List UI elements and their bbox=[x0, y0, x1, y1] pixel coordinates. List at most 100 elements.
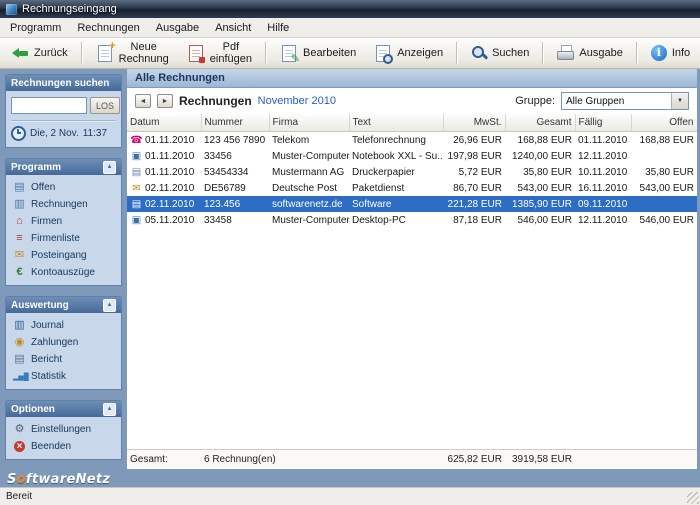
cell-datum: 01.11.2010 bbox=[145, 150, 195, 162]
menu-programm[interactable]: Programm bbox=[2, 20, 69, 36]
col-faellig[interactable]: Fällig bbox=[575, 114, 632, 132]
back-button-label: Zurück bbox=[34, 47, 68, 59]
collapse-icon[interactable] bbox=[103, 402, 116, 416]
empty-list-space bbox=[127, 228, 697, 449]
back-button[interactable]: Zurück bbox=[4, 41, 76, 66]
search-panel-title: Rechnungen suchen bbox=[11, 77, 110, 89]
sidebar-item-posteingang[interactable]: Posteingang bbox=[9, 247, 118, 264]
table-row-selected[interactable]: 02.11.2010 123.456 softwarenetz.de Softw… bbox=[127, 196, 697, 212]
cell-faellig: 12.11.2010 bbox=[578, 214, 628, 226]
sidebar-item-kontoauszuege[interactable]: Kontoauszüge bbox=[9, 264, 118, 281]
menu-ausgabe[interactable]: Ausgabe bbox=[148, 20, 207, 36]
search-button[interactable]: Suchen bbox=[463, 41, 537, 65]
cell-offen: 543,00 EUR bbox=[639, 182, 694, 194]
cell-text: Druckerpapier bbox=[352, 166, 415, 178]
sidebar-item-label: Firmenliste bbox=[31, 233, 80, 244]
list-title: Rechnungen bbox=[179, 94, 252, 108]
summary-mwst-total: 625,82 EUR bbox=[447, 454, 502, 465]
back-arrow-icon bbox=[12, 45, 29, 62]
sidebar: Rechnungen suchen LOS Die, 2 Nov. 11:37 bbox=[0, 69, 127, 487]
section-title: Optionen bbox=[11, 403, 55, 415]
cell-datum: 01.11.2010 bbox=[145, 134, 195, 146]
sidebar-item-label: Rechnungen bbox=[31, 199, 88, 210]
computer-icon bbox=[130, 214, 143, 227]
cell-faellig: 10.11.2010 bbox=[578, 166, 628, 178]
col-text[interactable]: Text bbox=[349, 114, 444, 132]
search-input[interactable] bbox=[11, 97, 87, 114]
table-row[interactable]: 01.11.2010 123 456 7890 Telekom Telefonr… bbox=[127, 132, 697, 149]
next-month-button[interactable]: ► bbox=[157, 94, 173, 108]
table-header-row: Datum Nummer Firma Text MwSt. Gesamt Fäl… bbox=[127, 114, 697, 132]
collapse-icon[interactable] bbox=[103, 298, 116, 312]
cell-firma: softwarenetz.de bbox=[269, 196, 349, 212]
status-text: Bereit bbox=[6, 491, 33, 502]
insert-pdf-button[interactable]: Pdf einfügen bbox=[179, 37, 260, 69]
cell-firma: Mustermann AG bbox=[272, 166, 345, 178]
sidebar-item-label: Zahlungen bbox=[31, 337, 79, 348]
insert-pdf-button-label: Pdf einfügen bbox=[209, 41, 252, 65]
group-select[interactable]: Alle Gruppen bbox=[561, 92, 689, 110]
view-magnifier-icon bbox=[376, 44, 394, 64]
edit-button-label: Bearbeiten bbox=[302, 47, 357, 59]
cell-faellig: 16.11.2010 bbox=[578, 182, 628, 194]
toolbar-separator bbox=[264, 42, 267, 64]
statusbar: Bereit bbox=[0, 487, 700, 505]
bank-statements-icon bbox=[13, 266, 26, 279]
menu-ansicht[interactable]: Ansicht bbox=[207, 20, 259, 36]
sidebar-item-firmenliste[interactable]: Firmenliste bbox=[9, 230, 118, 247]
clock-icon bbox=[11, 126, 26, 141]
cell-text: Paketdienst bbox=[352, 182, 405, 194]
sidebar-item-zahlungen[interactable]: Zahlungen bbox=[9, 334, 118, 351]
cell-gesamt: 35,80 EUR bbox=[523, 166, 572, 178]
mail-icon bbox=[130, 182, 143, 195]
table-row[interactable]: 01.11.2010 33456 Muster-Computer Noteboo… bbox=[127, 148, 697, 164]
prev-month-button[interactable]: ◄ bbox=[135, 94, 151, 108]
sidebar-item-label: Firmen bbox=[31, 216, 63, 227]
section-header-optionen[interactable]: Optionen bbox=[6, 401, 121, 417]
search-go-button[interactable]: LOS bbox=[90, 97, 121, 114]
col-mwst[interactable]: MwSt. bbox=[443, 114, 506, 132]
info-button[interactable]: Info bbox=[643, 41, 698, 65]
info-icon bbox=[650, 45, 667, 61]
company-list-icon bbox=[13, 232, 26, 245]
section-header-programm[interactable]: Programm bbox=[6, 159, 121, 175]
menu-hilfe[interactable]: Hilfe bbox=[259, 20, 297, 36]
col-nummer[interactable]: Nummer bbox=[201, 114, 270, 132]
app-window: Rechnungseingang Programm Rechnungen Aus… bbox=[0, 0, 700, 505]
cell-offen bbox=[631, 148, 697, 164]
col-offen[interactable]: Offen bbox=[631, 114, 697, 132]
sidebar-item-statistik[interactable]: Statistik bbox=[9, 368, 118, 385]
cell-gesamt: 546,00 EUR bbox=[517, 214, 572, 226]
sidebar-item-firmen[interactable]: Firmen bbox=[9, 213, 118, 230]
col-datum[interactable]: Datum bbox=[127, 114, 202, 132]
chevron-down-icon[interactable] bbox=[671, 93, 688, 109]
cell-offen: 546,00 EUR bbox=[639, 214, 694, 226]
sidebar-item-bericht[interactable]: Bericht bbox=[9, 351, 118, 368]
view-button[interactable]: Anzeigen bbox=[366, 40, 451, 67]
sidebar-item-einstellungen[interactable]: Einstellungen bbox=[9, 421, 118, 438]
sidebar-item-offen[interactable]: Offen bbox=[9, 179, 118, 196]
table-row[interactable]: 02.11.2010 DE56789 Deutsche Post Paketdi… bbox=[127, 180, 697, 196]
new-invoice-button[interactable]: Neue Rechnung bbox=[88, 37, 177, 69]
output-button[interactable]: Ausgabe bbox=[549, 41, 630, 65]
period-link[interactable]: November 2010 bbox=[258, 95, 336, 107]
cell-mwst: 26,96 EUR bbox=[453, 134, 502, 146]
sidebar-item-journal[interactable]: Journal bbox=[9, 317, 118, 334]
computer-icon bbox=[130, 150, 143, 163]
output-button-label: Ausgabe bbox=[579, 47, 623, 59]
menu-rechnungen[interactable]: Rechnungen bbox=[69, 20, 147, 36]
sidebar-item-beenden[interactable]: Beenden bbox=[9, 438, 118, 455]
cell-firma: Muster-Computer bbox=[272, 214, 349, 226]
col-gesamt[interactable]: Gesamt bbox=[505, 114, 576, 132]
collapse-icon[interactable] bbox=[103, 160, 116, 174]
cell-faellig: 01.11.2010 bbox=[578, 134, 628, 146]
sidebar-item-rechnungen[interactable]: Rechnungen bbox=[9, 196, 118, 213]
sidebar-item-label: Beenden bbox=[31, 441, 72, 452]
section-title: Programm bbox=[11, 161, 62, 173]
table-row[interactable]: 05.11.2010 33458 Muster-Computer Desktop… bbox=[127, 212, 697, 228]
resize-grip[interactable] bbox=[687, 492, 699, 504]
col-firma[interactable]: Firma bbox=[269, 114, 350, 132]
table-row[interactable]: 01.11.2010 53454334 Mustermann AG Drucke… bbox=[127, 164, 697, 180]
section-header-auswertung[interactable]: Auswertung bbox=[6, 297, 121, 313]
edit-button[interactable]: Bearbeiten bbox=[272, 40, 364, 67]
